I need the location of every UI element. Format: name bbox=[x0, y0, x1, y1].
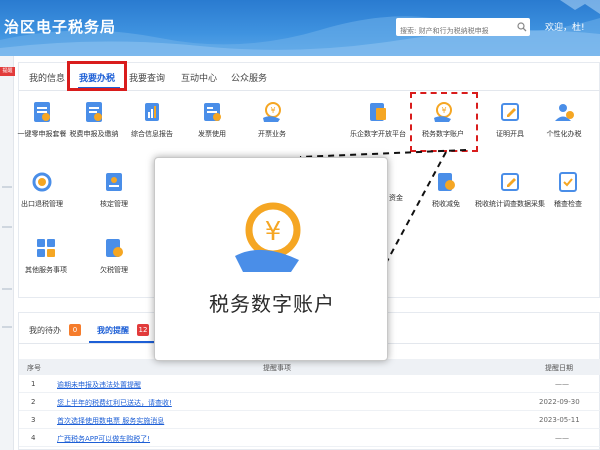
table-row: 1 逾期未申报及违法处置提醒 —— bbox=[19, 375, 600, 393]
service-other[interactable]: 其他服务事项 bbox=[10, 236, 82, 275]
table-row: 2 您上半年的税费红利已送达，请查收! 2022-09-30 bbox=[19, 393, 600, 411]
service-leqi-platform[interactable]: 乐企数字开放平台 bbox=[340, 100, 416, 139]
reminder-link[interactable]: 广西税务APP可以做车购税了! bbox=[57, 434, 150, 444]
tab-my-todo[interactable]: 我的待办 bbox=[29, 325, 61, 336]
tab-interaction[interactable]: 互动中心 bbox=[181, 71, 217, 84]
col-header-date: 提醒日期 bbox=[545, 364, 573, 372]
reminder-badge[interactable]: 提醒 bbox=[0, 67, 15, 76]
user-doc-icon bbox=[106, 173, 122, 191]
document-icon bbox=[86, 102, 102, 122]
table-row: 4 广西税务APP可以做车购税了! —— bbox=[19, 429, 600, 447]
reminder-count-badge: 12 bbox=[137, 324, 149, 336]
search-icon[interactable] bbox=[517, 22, 527, 32]
edit-icon bbox=[501, 173, 519, 191]
check-doc-icon bbox=[559, 172, 577, 192]
tab-my-info[interactable]: 我的信息 bbox=[29, 71, 65, 84]
active-tab-highlight-box bbox=[67, 61, 127, 91]
reminder-link[interactable]: 首次选择使用数电票 服务实施消息 bbox=[57, 416, 164, 426]
reminder-link[interactable]: 您上半年的税费红利已送达，请查收! bbox=[57, 398, 172, 408]
report-icon bbox=[145, 103, 159, 121]
service-personalized[interactable]: 个性化办税 bbox=[528, 100, 600, 139]
service-inspection[interactable]: 稽查检查 bbox=[538, 170, 598, 209]
platform-icon bbox=[370, 103, 386, 121]
service-export-refund[interactable]: 出口退税管理 bbox=[6, 170, 78, 209]
svg-text:¥: ¥ bbox=[265, 217, 282, 247]
tab-bar: 我的信息 我要办税 我要查询 互动中心 公众服务 bbox=[19, 61, 600, 91]
col-header-item: 提醒事项 bbox=[263, 364, 291, 372]
reminder-link[interactable]: 逾期未申报及违法处置提醒 bbox=[57, 380, 141, 390]
table-header: 序号 提醒事项 提醒日期 bbox=[19, 359, 600, 375]
header-bar: 治区电子税务局 欢迎，杜! bbox=[0, 0, 600, 56]
service-verification[interactable]: 核定管理 bbox=[78, 170, 150, 209]
table-row: 3 首次选择使用数电票 服务实施消息 2023-05-11 bbox=[19, 411, 600, 429]
site-title: 治区电子税务局 bbox=[4, 18, 117, 36]
sidebar-line bbox=[2, 288, 12, 290]
tax-relief-icon bbox=[438, 173, 455, 191]
tab-public-service[interactable]: 公众服务 bbox=[231, 71, 267, 84]
sidebar-line bbox=[2, 326, 12, 328]
zoomed-digital-account[interactable]: ¥ 税务数字账户 bbox=[154, 157, 388, 361]
person-gear-icon bbox=[555, 104, 574, 121]
service-arrears[interactable]: 欠税管理 bbox=[78, 236, 150, 275]
welcome-text: 欢迎，杜! bbox=[545, 23, 585, 33]
col-header-no: 序号 bbox=[27, 364, 41, 372]
todo-count-badge: 0 bbox=[69, 324, 81, 336]
service-statistics-survey[interactable]: 税收统计调查数据采集 bbox=[474, 170, 546, 209]
yuan-hand-icon: ¥ bbox=[235, 202, 301, 272]
search-box[interactable] bbox=[396, 18, 530, 40]
sidebar-line bbox=[2, 226, 12, 228]
edit-icon bbox=[501, 103, 519, 121]
doc-yuan-icon bbox=[106, 239, 123, 257]
tab-my-reminders[interactable]: 我的提醒 bbox=[97, 325, 129, 336]
yuan-hand-icon: ¥ bbox=[263, 102, 281, 122]
refresh-yuan-icon bbox=[32, 172, 52, 192]
document-icon bbox=[34, 102, 50, 122]
digital-account-highlight-box bbox=[410, 92, 478, 152]
zoomed-label: 税务数字账户 bbox=[209, 292, 335, 316]
service-tax-relief[interactable]: 税收减免 bbox=[410, 170, 482, 209]
service-invoicing[interactable]: ¥ 开票业务 bbox=[236, 100, 308, 139]
svg-text:¥: ¥ bbox=[270, 106, 275, 115]
invoice-icon bbox=[204, 103, 221, 121]
tab-query[interactable]: 我要查询 bbox=[129, 71, 165, 84]
search-input[interactable] bbox=[396, 22, 514, 40]
grid-icon bbox=[37, 239, 55, 257]
